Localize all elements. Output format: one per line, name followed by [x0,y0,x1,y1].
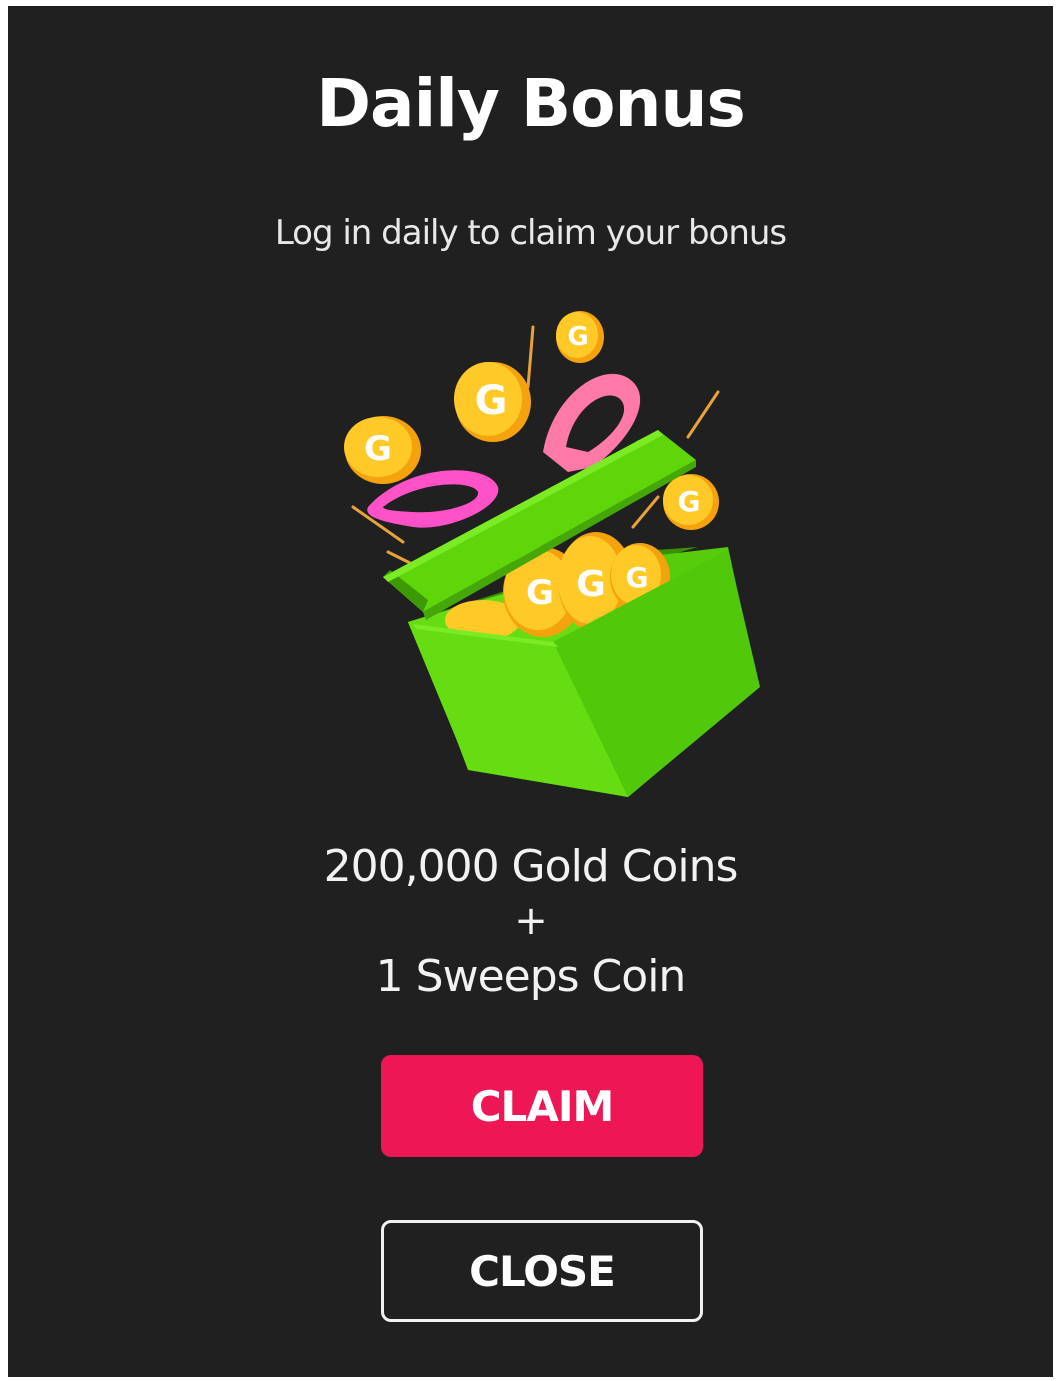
svg-text:G: G [526,573,554,613]
reward-separator: + [514,898,548,944]
svg-text:G: G [678,485,701,518]
claim-button[interactable]: CLAIM [381,1055,703,1157]
svg-text:G: G [567,322,588,352]
daily-bonus-modal: Daily Bonus Log in daily to claim your b… [8,6,1053,1377]
svg-text:G: G [626,561,649,594]
gift-box-with-coins-icon: G G G G G G G [344,311,760,797]
close-button[interactable]: CLOSE [381,1220,703,1322]
modal-subtitle: Log in daily to claim your bonus [274,213,787,253]
reward-sweeps-coin: 1 Sweeps Coin [375,951,687,1002]
svg-text:G: G [364,429,392,469]
svg-text:G: G [475,378,508,424]
svg-text:G: G [576,564,606,605]
reward-gold-coins: 200,000 Gold Coins [323,841,739,892]
modal-title: Daily Bonus [316,65,745,142]
